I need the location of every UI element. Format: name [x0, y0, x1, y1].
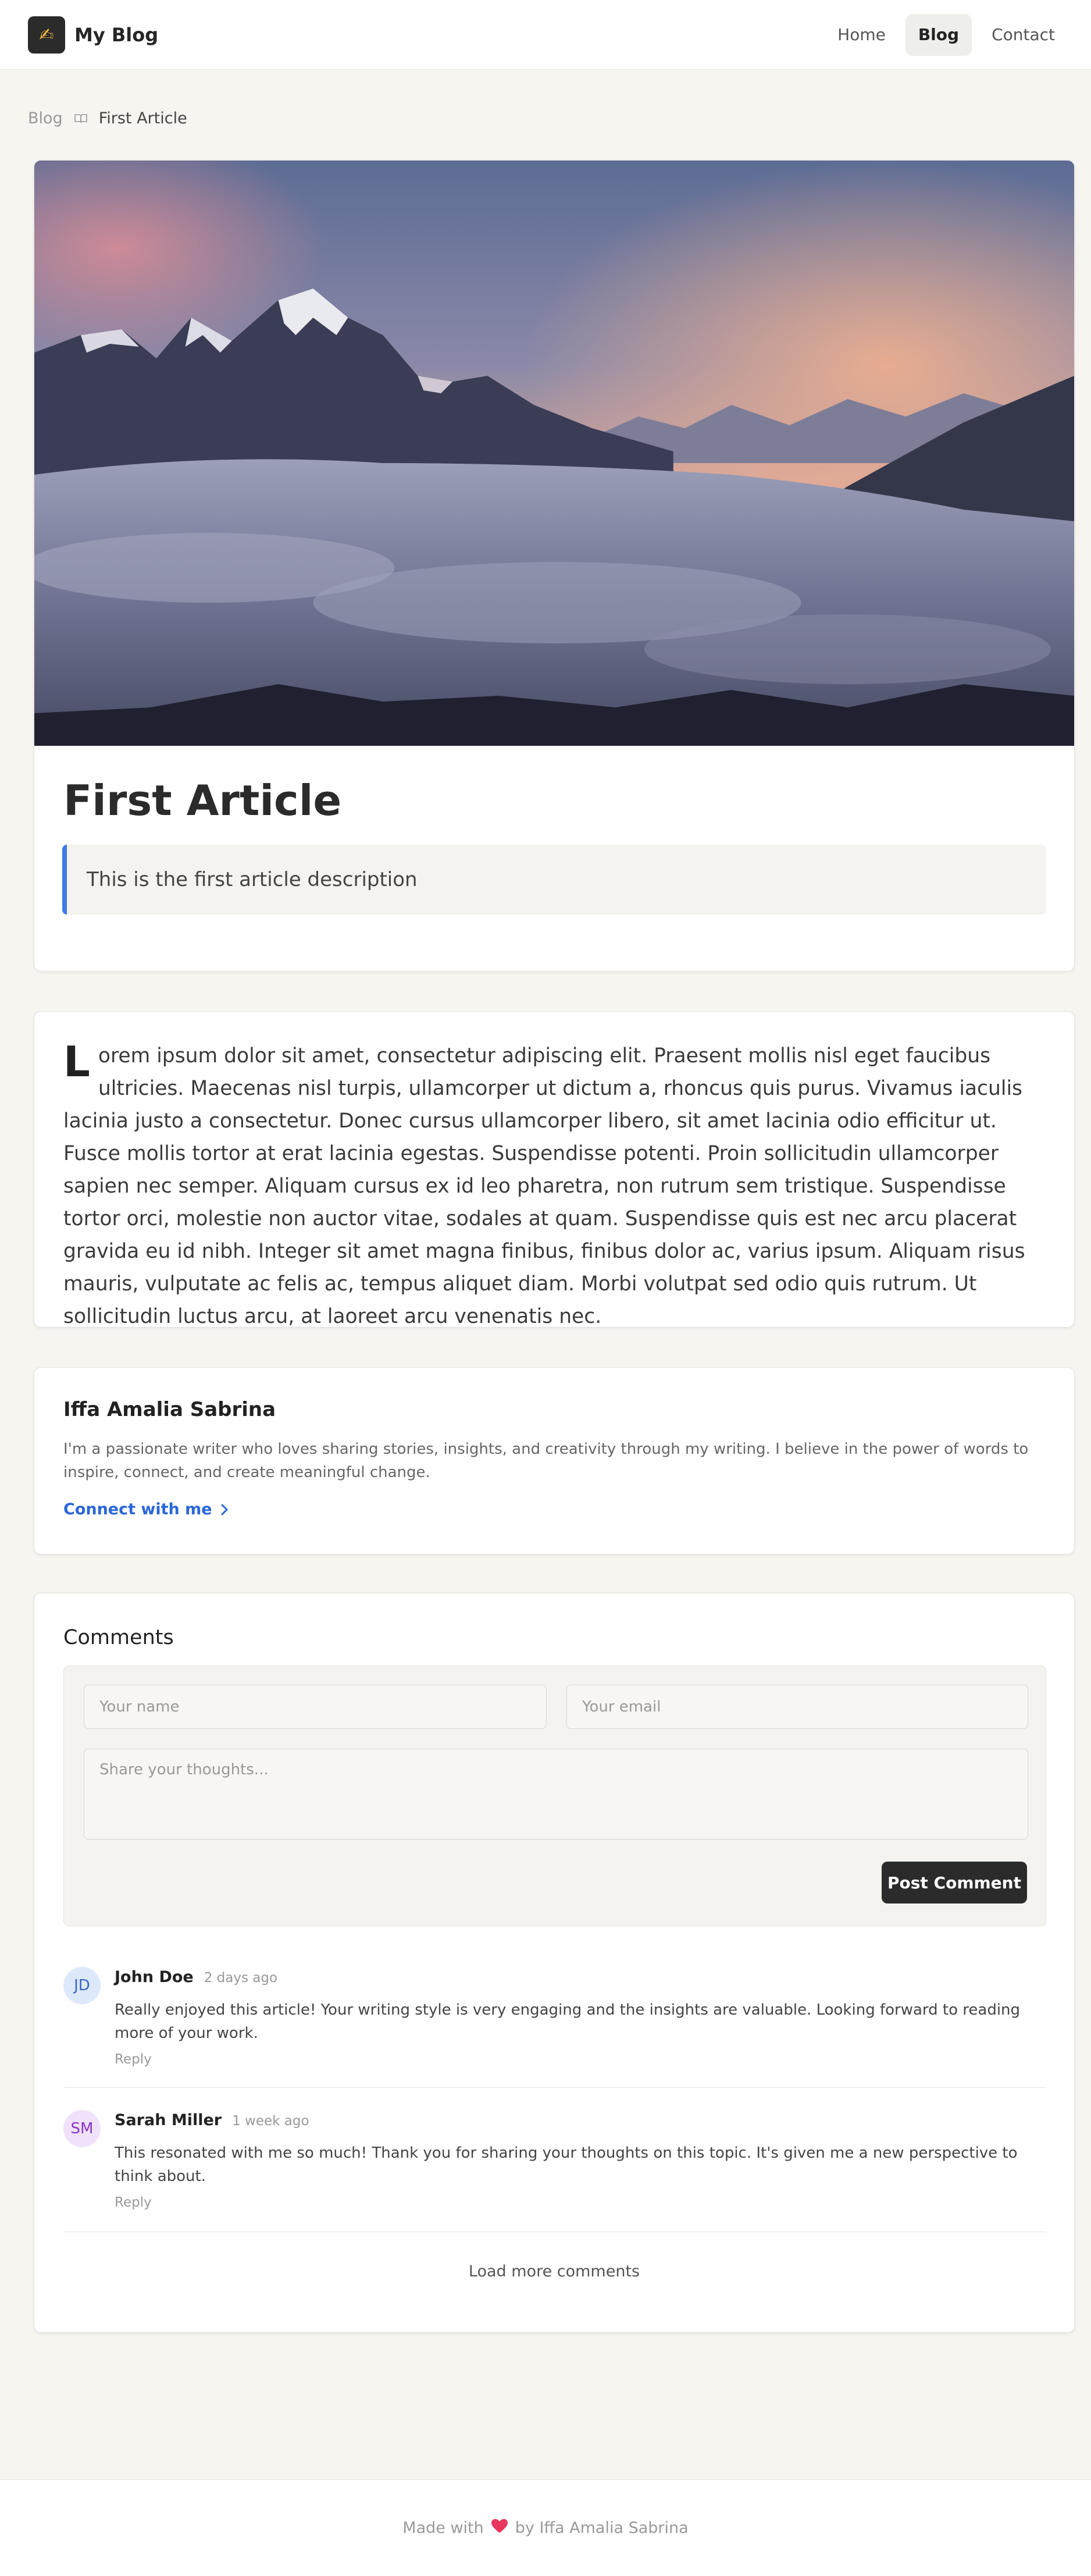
comment-text: This resonated with me so much! Thank yo…	[115, 2144, 1018, 2185]
connect-link[interactable]: Connect with me	[63, 1500, 229, 1518]
footer: Made with by Iffa Amalia Sabrina	[0, 2479, 1091, 2576]
comment-item: SM Sarah Miller 1 week ago This resonate…	[63, 2093, 1046, 2232]
comment-timestamp: 1 week ago	[232, 2114, 309, 2129]
comment-timestamp: 2 days ago	[204, 1970, 278, 1986]
author-name: Iffa Amalia Sabrina	[63, 1398, 276, 1421]
name-input[interactable]	[84, 1685, 547, 1729]
avatar: SM	[63, 2110, 101, 2147]
book-separator-icon	[74, 113, 87, 124]
email-input[interactable]	[566, 1685, 1028, 1729]
comment-header: John Doe 2 days ago	[115, 1968, 277, 1986]
comment-text: Really enjoyed this article! Your writin…	[115, 2001, 1021, 2042]
main-nav: Home Blog Contact	[818, 14, 1068, 56]
article-body-card: Lorem ipsum dolor sit amet, consectetur …	[34, 1011, 1075, 1328]
comment-author: John Doe	[115, 1968, 194, 1986]
avatar: JD	[63, 1967, 101, 2004]
comment-textarea[interactable]	[84, 1749, 1028, 1840]
logo-link[interactable]: ✍ My Blog	[28, 16, 158, 54]
chevron-right-icon	[221, 1504, 228, 1515]
nav-item-contact[interactable]: Contact	[979, 14, 1068, 56]
heart-icon	[491, 2518, 508, 2538]
hero-image-mountains	[34, 161, 1074, 746]
load-more-comments-button[interactable]: Load more comments	[34, 2262, 1074, 2280]
comments-card: Comments Post Comment JD John Doe 2 days…	[34, 1593, 1075, 2333]
article-title: First Article	[63, 776, 342, 825]
comment-header: Sarah Miller 1 week ago	[115, 2111, 309, 2129]
breadcrumb-blog-link[interactable]: Blog	[28, 109, 63, 127]
article-hero-card: First Article This is the first article …	[34, 160, 1075, 972]
footer-author: by Iffa Amalia Sabrina	[515, 2519, 689, 2537]
nav-item-blog[interactable]: Blog	[905, 14, 972, 56]
article-body-text: orem ipsum dolor sit amet, consectetur a…	[63, 1044, 1025, 1328]
footer-made-with: Made with	[402, 2519, 484, 2537]
article-description: This is the first article description	[62, 845, 1046, 915]
author-card: Iffa Amalia Sabrina I'm a passionate wri…	[34, 1367, 1075, 1554]
breadcrumb: Blog First Article	[28, 109, 187, 127]
comment-author: Sarah Miller	[115, 2111, 222, 2129]
breadcrumb-current: First Article	[98, 109, 187, 127]
connect-label: Connect with me	[63, 1500, 212, 1518]
writing-hand-icon: ✍	[39, 24, 54, 45]
logo-icon: ✍	[28, 16, 65, 54]
author-bio: I'm a passionate writer who loves sharin…	[63, 1440, 1029, 1481]
drop-cap: L	[63, 1037, 90, 1086]
nav-item-home[interactable]: Home	[825, 14, 899, 56]
comment-form: Post Comment	[63, 1666, 1046, 1926]
post-comment-button[interactable]: Post Comment	[882, 1862, 1027, 1903]
reply-button[interactable]: Reply	[115, 2052, 152, 2067]
comments-title: Comments	[63, 1626, 174, 1649]
top-navbar: ✍ My Blog Home Blog Contact	[0, 0, 1091, 70]
comment-item: JD John Doe 2 days ago Really enjoyed th…	[63, 1949, 1046, 2088]
brand-name: My Blog	[74, 24, 159, 46]
reply-button[interactable]: Reply	[115, 2195, 152, 2210]
article-body: Lorem ipsum dolor sit amet, consectetur …	[63, 1037, 1045, 1328]
article-description-text: This is the first article description	[87, 868, 418, 891]
